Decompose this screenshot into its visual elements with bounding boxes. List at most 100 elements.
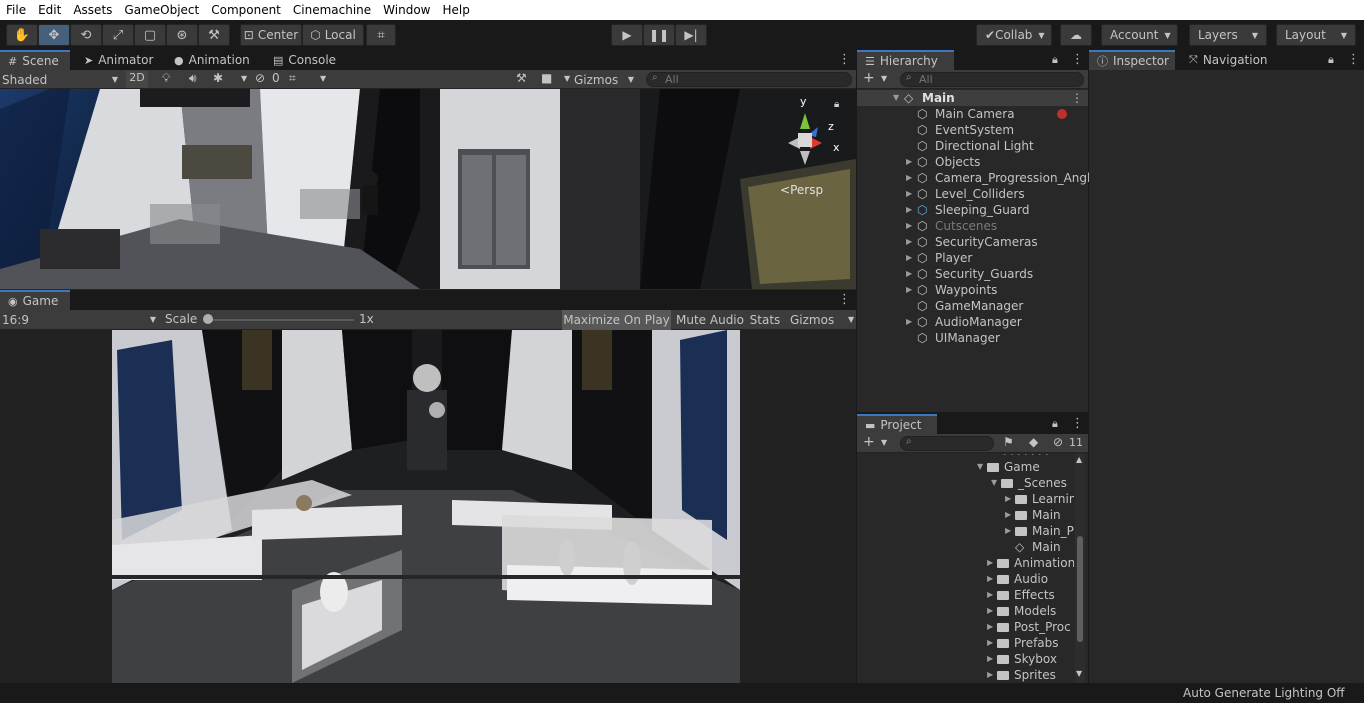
project-item[interactable]: ▶ Skybox xyxy=(857,651,1074,667)
tab-project[interactable]: ▬ Project xyxy=(857,414,937,434)
caret-down-icon[interactable]: ▼ xyxy=(241,74,247,83)
expand-arrow-icon[interactable]: ▼ xyxy=(977,459,983,475)
project-item[interactable]: ▶ Audio xyxy=(857,571,1074,587)
menu-help[interactable]: Help xyxy=(437,0,476,20)
layers-dropdown[interactable]: Layers ▼ xyxy=(1189,24,1267,46)
pause-button[interactable]: ❚❚ xyxy=(643,24,675,46)
project-item[interactable]: ▶ Prefabs xyxy=(857,635,1074,651)
pivot-toggle[interactable]: ⊡ Center xyxy=(240,24,302,46)
project-item[interactable]: ▼ _Scenes xyxy=(857,475,1074,491)
game-viewport[interactable] xyxy=(0,330,856,683)
hierarchy-item[interactable]: ⬡ EventSystem xyxy=(857,122,1088,138)
scroll-down-icon[interactable]: ▼ xyxy=(1076,669,1082,678)
maximize-on-play-toggle[interactable]: Maximize On Play xyxy=(562,310,671,330)
project-item[interactable]: ▶ Post_Proc xyxy=(857,619,1074,635)
mute-audio-toggle[interactable]: Mute Audio xyxy=(674,310,746,330)
project-item[interactable]: ▶ Learnin xyxy=(857,491,1074,507)
more-icon[interactable]: ⋮ xyxy=(1071,90,1083,106)
transform-tool-button[interactable]: ⊛ xyxy=(166,24,198,46)
hierarchy-item[interactable]: ⬡ GameManager xyxy=(857,298,1088,314)
expand-arrow-icon[interactable]: ▶ xyxy=(987,587,993,603)
hierarchy-item[interactable]: ▶ ⬡ Player xyxy=(857,250,1088,266)
project-search[interactable]: ⌕ xyxy=(900,436,994,451)
expand-arrow-icon[interactable]: ▶ xyxy=(987,571,993,587)
expand-arrow-icon[interactable]: ▶ xyxy=(906,202,912,218)
draw-mode-dropdown[interactable]: Shaded ▼ xyxy=(2,71,118,88)
layout-dropdown[interactable]: Layout ▼ xyxy=(1276,24,1356,46)
hierarchy-item[interactable]: ▶ ⬡ Cutscenes xyxy=(857,218,1088,234)
hierarchy-search-input[interactable] xyxy=(900,72,1084,87)
scroll-up-icon[interactable]: ▲ xyxy=(1076,455,1082,464)
move-tool-button[interactable]: ✥ xyxy=(38,24,70,46)
stats-toggle[interactable]: Stats xyxy=(747,310,783,330)
hidden-packages-icon[interactable]: ⊘ xyxy=(1053,435,1063,449)
camera-icon[interactable]: ■ xyxy=(541,71,552,85)
expand-arrow-icon[interactable]: ▶ xyxy=(906,282,912,298)
tab-scene[interactable]: # Scene xyxy=(0,50,70,70)
custom-tool-button[interactable]: ⚒ xyxy=(198,24,230,46)
hierarchy-item[interactable]: ▶ ⬡ Level_Colliders xyxy=(857,186,1088,202)
hierarchy-item[interactable]: ▶ ⬡ Security_Guards xyxy=(857,266,1088,282)
project-scroll-thumb[interactable] xyxy=(1077,536,1083,642)
hierarchy-item[interactable]: ▶ ⬡ Waypoints xyxy=(857,282,1088,298)
lock-icon[interactable]: 🔒︎ xyxy=(1052,53,1058,67)
scale-slider-track[interactable] xyxy=(206,319,354,321)
project-scrollbar[interactable]: ▲ ▼ xyxy=(1075,454,1085,683)
project-item[interactable]: ▶ Sprites xyxy=(857,667,1074,683)
aspect-dropdown[interactable]: 16:9 ▼ xyxy=(2,311,156,328)
expand-arrow-icon[interactable]: ▶ xyxy=(987,619,993,635)
more-icon[interactable]: ⋮ xyxy=(838,292,851,307)
expand-arrow-icon[interactable]: ▶ xyxy=(906,314,912,330)
step-button[interactable]: ▶| xyxy=(675,24,707,46)
project-item[interactable]: ▶ Effects xyxy=(857,587,1074,603)
cloud-button[interactable]: ☁ xyxy=(1060,24,1092,46)
rect-tool-button[interactable]: ▢ xyxy=(134,24,166,46)
add-icon[interactable]: + xyxy=(863,70,875,86)
more-icon[interactable]: ⋮ xyxy=(1347,52,1360,67)
scale-slider-handle[interactable] xyxy=(203,314,213,324)
menu-gameobject[interactable]: GameObject xyxy=(118,0,205,20)
expand-arrow-icon[interactable]: ▶ xyxy=(987,555,993,571)
tab-animation[interactable]: ● Animation xyxy=(166,50,258,70)
menu-file[interactable]: File xyxy=(0,0,32,20)
expand-arrow-icon[interactable]: ▶ xyxy=(987,635,993,651)
menu-assets[interactable]: Assets xyxy=(67,0,118,20)
account-dropdown[interactable]: Account ▼ xyxy=(1101,24,1178,46)
expand-arrow-icon[interactable]: ▶ xyxy=(1005,523,1011,539)
play-button[interactable]: ▶ xyxy=(611,24,643,46)
audio-icon[interactable]: 🔊︎ xyxy=(189,71,197,86)
hierarchy-item[interactable]: ▶ ⬡ Objects xyxy=(857,154,1088,170)
more-icon[interactable]: ⋮ xyxy=(1071,52,1084,67)
project-item[interactable]: ▶ Main_P xyxy=(857,523,1074,539)
project-item[interactable]: ▶ Models xyxy=(857,603,1074,619)
tools-icon[interactable]: ⚒ xyxy=(516,71,527,85)
expand-arrow-icon[interactable]: ▶ xyxy=(1005,507,1011,523)
visibility-icon[interactable]: ⊘ xyxy=(255,71,265,85)
scene-root-row[interactable]: ▼ ◇ Main ⋮ xyxy=(857,90,1088,106)
scene-search[interactable]: ⌕ xyxy=(646,72,852,87)
lock-icon[interactable]: 🔒︎ xyxy=(1328,53,1334,67)
hierarchy-item[interactable]: ⬡ Main Camera xyxy=(857,106,1088,122)
expand-arrow-icon[interactable]: ▶ xyxy=(1005,491,1011,507)
tab-animator[interactable]: ➤ Animator xyxy=(76,50,161,70)
caret-down-icon[interactable]: ▼ xyxy=(881,74,887,83)
scene-viewport[interactable]: y z x 🔒︎ <Persp xyxy=(0,89,856,289)
grid-toggle-icon[interactable]: ⌗ xyxy=(289,71,296,86)
menu-cinemachine[interactable]: Cinemachine xyxy=(287,0,377,20)
effects-icon[interactable]: ✱ xyxy=(213,71,223,85)
menu-window[interactable]: Window xyxy=(377,0,436,20)
scene-search-input[interactable] xyxy=(646,72,852,87)
add-icon[interactable]: + xyxy=(863,434,875,450)
tab-navigation[interactable]: ⤧ Navigation xyxy=(1181,50,1276,70)
projection-label[interactable]: <Persp xyxy=(780,183,823,197)
orientation-gizmo[interactable]: y z x xyxy=(770,95,840,175)
lock-icon[interactable]: 🔒︎ xyxy=(1052,417,1058,431)
caret-down-icon[interactable]: ▼ xyxy=(320,74,326,83)
tab-console[interactable]: ▤ Console xyxy=(265,50,344,70)
more-icon[interactable]: ⋮ xyxy=(838,52,851,67)
expand-arrow-icon[interactable]: ▶ xyxy=(906,234,912,250)
expand-arrow-icon[interactable]: ▶ xyxy=(987,603,993,619)
hierarchy-item[interactable]: ▶ ⬡ Sleeping_Guard xyxy=(857,202,1088,218)
lighting-icon[interactable]: 💡︎ xyxy=(162,71,170,86)
hierarchy-search[interactable]: ⌕ xyxy=(900,72,1084,87)
